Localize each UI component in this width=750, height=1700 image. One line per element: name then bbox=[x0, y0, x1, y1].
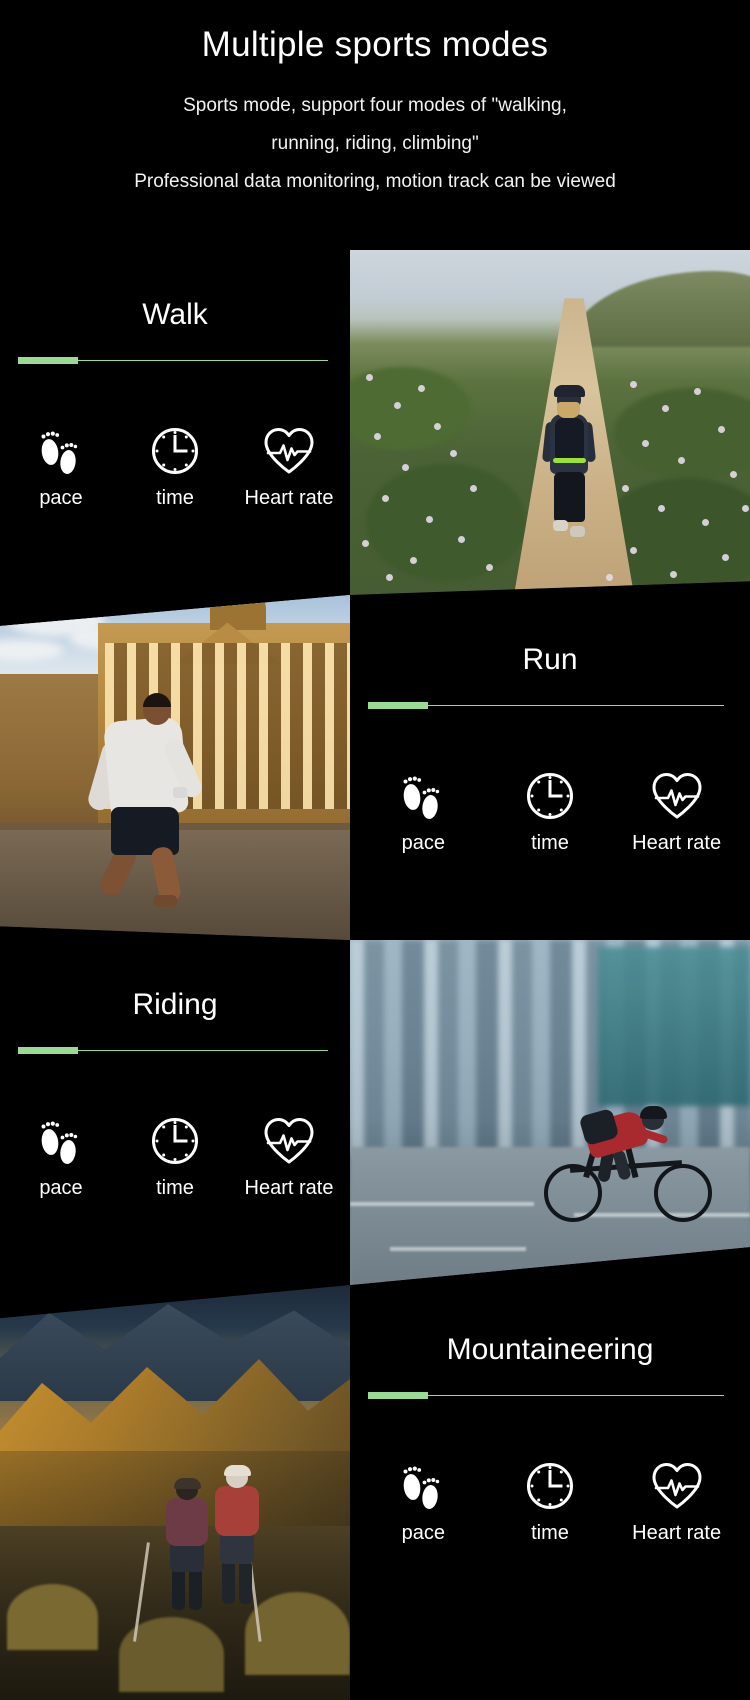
accent-divider-mountaineering bbox=[368, 1392, 724, 1399]
metric-label-pace: pace bbox=[401, 832, 446, 854]
metric-time: time bbox=[494, 1460, 606, 1545]
metric-pace: pace bbox=[5, 425, 117, 510]
accent-divider-run bbox=[368, 702, 724, 709]
metric-heart-rate: Heart rate bbox=[233, 425, 345, 510]
walk-text-panel: Walk pace time Heart rate bbox=[0, 250, 350, 595]
metric-heart-rate: Heart rate bbox=[621, 770, 733, 855]
section-walk: Walk pace time Heart rate bbox=[0, 250, 750, 595]
metric-pace: pace bbox=[367, 1460, 479, 1545]
clock-icon bbox=[150, 1115, 200, 1167]
heart-rate-icon bbox=[262, 425, 316, 477]
metric-label-heart-rate: Heart rate bbox=[244, 487, 334, 509]
section-run: Run pace time Heart rate bbox=[0, 595, 750, 940]
metric-label-heart-rate: Heart rate bbox=[632, 832, 722, 854]
accent-divider-riding bbox=[18, 1047, 328, 1054]
walk-image bbox=[350, 250, 750, 595]
metric-label-time: time bbox=[531, 1522, 569, 1544]
riding-text-panel: Riding pace time Heart rate bbox=[0, 940, 350, 1285]
run-text-panel: Run pace time Heart rate bbox=[350, 595, 750, 940]
metric-pace: pace bbox=[367, 770, 479, 855]
mountaineering-text-panel: Mountaineering pace time Heart rate bbox=[350, 1285, 750, 1700]
clock-icon bbox=[525, 770, 575, 822]
heart-rate-icon bbox=[262, 1115, 316, 1167]
footprints-icon bbox=[399, 1460, 447, 1512]
metrics-row-riding: pace time Heart rate bbox=[0, 1115, 350, 1200]
metrics-row-mountaineering: pace time Heart rate bbox=[350, 1460, 750, 1545]
clock-icon bbox=[150, 425, 200, 477]
section-title-walk: Walk bbox=[142, 298, 208, 331]
footprints-icon bbox=[37, 1115, 85, 1167]
metric-label-pace: pace bbox=[401, 1522, 446, 1544]
metric-label-pace: pace bbox=[39, 487, 83, 509]
page-subtitle: Sports mode, support four modes of "walk… bbox=[0, 87, 750, 201]
metric-heart-rate: Heart rate bbox=[621, 1460, 733, 1545]
riding-image bbox=[350, 940, 750, 1285]
mountaineering-image bbox=[0, 1285, 350, 1700]
accent-divider-walk bbox=[18, 357, 328, 364]
section-riding: Riding pace time Heart rate bbox=[0, 940, 750, 1285]
page-title: Multiple sports modes bbox=[201, 25, 549, 64]
metric-label-time: time bbox=[156, 487, 194, 509]
metric-label-heart-rate: Heart rate bbox=[244, 1177, 334, 1199]
section-title-riding: Riding bbox=[132, 988, 218, 1021]
footprints-icon bbox=[399, 770, 447, 822]
section-mountaineering: Mountaineering pace time Heart rate bbox=[0, 1285, 750, 1700]
footprints-icon bbox=[37, 425, 85, 477]
section-title-run: Run bbox=[522, 643, 578, 676]
clock-icon bbox=[525, 1460, 575, 1512]
page-header: Multiple sports modes Sports mode, suppo… bbox=[0, 0, 750, 201]
subtitle-line-2: running, riding, climbing" bbox=[271, 132, 479, 154]
heart-rate-icon bbox=[650, 770, 704, 822]
metric-time: time bbox=[119, 425, 231, 510]
heart-rate-icon bbox=[650, 1460, 704, 1512]
metrics-row-walk: pace time Heart rate bbox=[0, 425, 350, 510]
metric-heart-rate: Heart rate bbox=[233, 1115, 345, 1200]
metric-label-heart-rate: Heart rate bbox=[632, 1522, 722, 1544]
metric-time: time bbox=[119, 1115, 231, 1200]
metric-pace: pace bbox=[5, 1115, 117, 1200]
run-image bbox=[0, 595, 350, 940]
metric-label-time: time bbox=[156, 1177, 194, 1199]
subtitle-line-3: Professional data monitoring, motion tra… bbox=[134, 170, 616, 192]
metrics-row-run: pace time Heart rate bbox=[350, 770, 750, 855]
metric-label-pace: pace bbox=[39, 1177, 83, 1199]
section-title-mountaineering: Mountaineering bbox=[446, 1333, 654, 1366]
metric-time: time bbox=[494, 770, 606, 855]
subtitle-line-1: Sports mode, support four modes of "walk… bbox=[183, 94, 567, 116]
metric-label-time: time bbox=[531, 832, 569, 854]
